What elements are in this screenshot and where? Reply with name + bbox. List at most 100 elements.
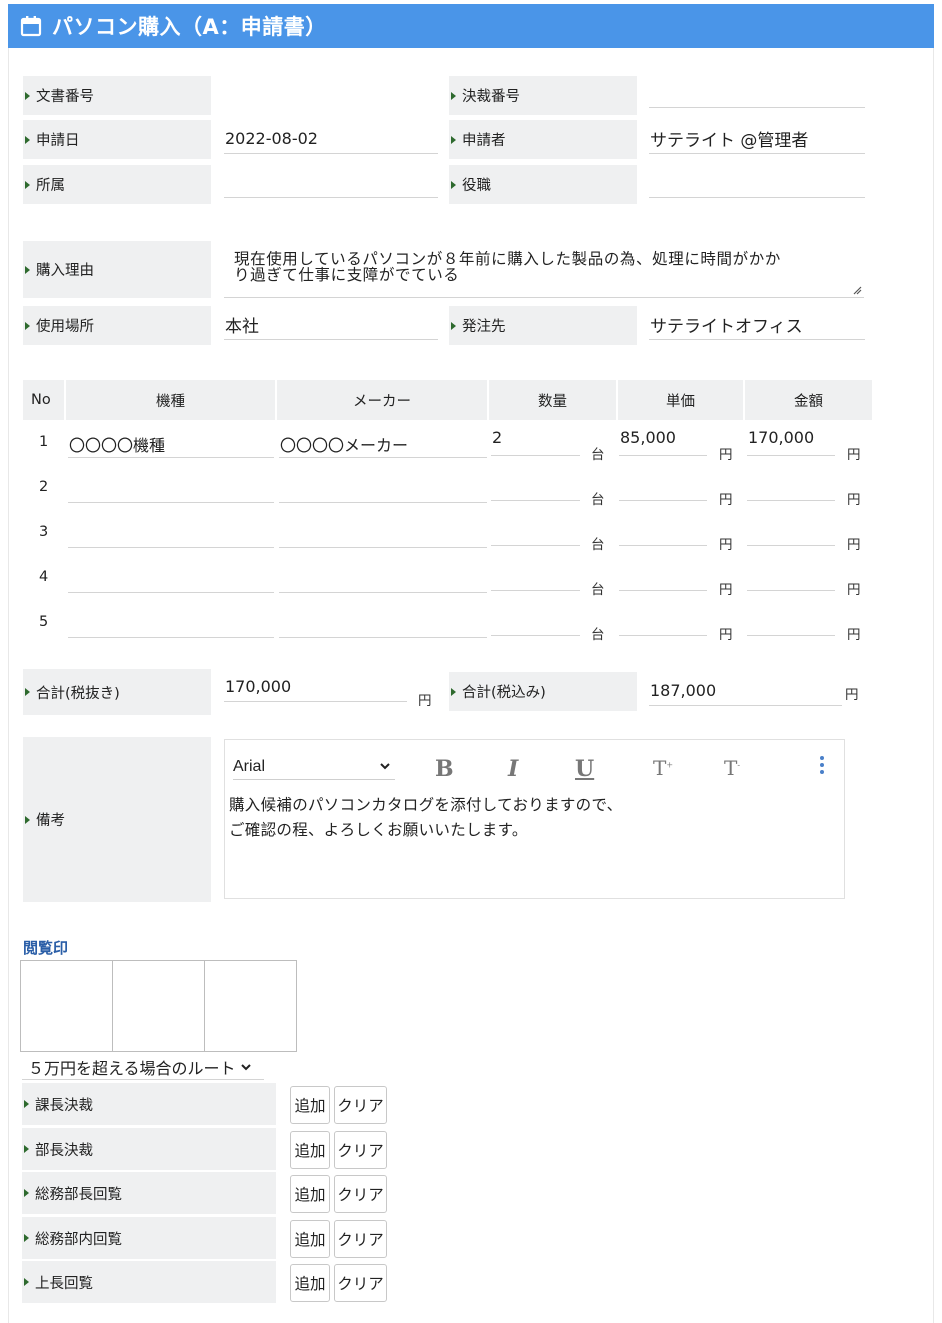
model-input[interactable] (68, 513, 274, 548)
unit-price-input[interactable] (619, 513, 707, 546)
vendor-label: 発注先 (449, 306, 637, 345)
total-incl-label-text: 合計(税込み) (462, 685, 546, 701)
yen-unit: 円 (719, 582, 733, 598)
maker-input[interactable] (279, 513, 487, 548)
place-label: 使用場所 (23, 306, 211, 345)
rich-text-editor[interactable]: Arial B I U T+ T- 購入候補のパソコンカタログを添付しております… (224, 739, 845, 899)
add-approver-button[interactable]: 追加 (290, 1175, 330, 1213)
clear-approver-button[interactable]: クリア (334, 1264, 387, 1302)
maker-input[interactable] (279, 603, 487, 638)
qty-input[interactable]: 2 (491, 423, 580, 456)
yen-unit: 円 (845, 687, 859, 703)
add-approver-button[interactable]: 追加 (290, 1220, 330, 1258)
total-incl-field[interactable]: 187,000 (649, 676, 842, 706)
total-excl-label: 合計(税抜き) (23, 669, 211, 715)
department-field[interactable] (224, 168, 438, 198)
apply-date-label: 申請日 (23, 120, 211, 159)
notes-line-2: ご確認の程、よろしくお願いいたします。 (229, 821, 528, 839)
row-number: 2 (39, 479, 49, 495)
qty-input[interactable] (491, 603, 580, 636)
seal-section-title: 閲覧印 (23, 939, 69, 957)
maker-input[interactable] (279, 558, 487, 593)
doc-number-label-text: 文書番号 (36, 89, 94, 105)
approval-step-label: 総務部長回覧 (22, 1172, 276, 1214)
bullet-triangle-icon (25, 688, 30, 696)
place-field[interactable]: 本社 (224, 310, 438, 340)
approval-step-label-text: 総務部長回覧 (35, 1186, 122, 1203)
row-number: 4 (39, 569, 49, 585)
subscript-glyph: T (724, 756, 738, 780)
clear-approver-button[interactable]: クリア (334, 1086, 387, 1124)
place-label-text: 使用場所 (36, 319, 94, 335)
superscript-button[interactable]: T+ (653, 756, 673, 780)
yen-unit: 円 (719, 492, 733, 508)
reason-label-text: 購入理由 (36, 263, 94, 279)
unit-price-input[interactable]: 85,000 (619, 423, 707, 456)
bold-button[interactable]: B (435, 756, 454, 782)
chevron-down-icon (380, 763, 390, 770)
yen-unit: 円 (847, 537, 861, 553)
approval-step-label-text: 部長決裁 (35, 1142, 93, 1159)
unit-price-input[interactable] (619, 603, 707, 636)
italic-button[interactable]: I (508, 756, 518, 782)
amount-input[interactable]: 170,000 (747, 423, 835, 456)
maker-input[interactable] (279, 468, 487, 503)
qty-input[interactable] (491, 558, 580, 591)
unit-price-input[interactable] (619, 558, 707, 591)
model-input[interactable] (68, 558, 274, 593)
clear-approver-button[interactable]: クリア (334, 1131, 387, 1169)
amount-input[interactable] (747, 468, 835, 501)
model-input[interactable]: 〇〇〇〇機種 (68, 423, 274, 458)
form-title: パソコン購入（A：申請書） (52, 15, 327, 39)
notes-line-1: 購入候補のパソコンカタログを添付しておりますので、 (229, 796, 623, 814)
editor-content[interactable]: 購入候補のパソコンカタログを添付しておりますので、 ご確認の程、よろしくお願いい… (229, 793, 622, 843)
applicant-label: 申請者 (449, 120, 637, 159)
model-input[interactable] (68, 603, 274, 638)
qty-input[interactable] (491, 468, 580, 501)
unit-price-input[interactable] (619, 468, 707, 501)
model-input[interactable] (68, 468, 274, 503)
position-field[interactable] (649, 168, 865, 198)
row-number: 5 (39, 614, 49, 630)
decision-number-field[interactable] (649, 80, 865, 108)
applicant-field[interactable]: サテライト @管理者 (649, 124, 865, 154)
qty-input[interactable] (491, 513, 580, 546)
amount-input[interactable] (747, 558, 835, 591)
department-label-text: 所属 (36, 178, 65, 194)
more-options-icon[interactable] (820, 756, 824, 777)
amount-input[interactable] (747, 603, 835, 636)
clear-approver-button[interactable]: クリア (334, 1220, 387, 1258)
decision-number-label-text: 決裁番号 (462, 89, 520, 105)
col-header-qty: 数量 (489, 380, 616, 420)
apply-date-field[interactable]: 2022-08-02 (224, 124, 438, 154)
reason-label: 購入理由 (23, 241, 211, 298)
bullet-triangle-icon (451, 135, 456, 144)
approval-step-label: 課長決裁 (22, 1083, 276, 1125)
maker-input[interactable]: 〇〇〇〇メーカー (279, 423, 487, 458)
clear-approver-button[interactable]: クリア (334, 1175, 387, 1213)
route-select-value: ５万円を超える場合のルート (28, 1058, 236, 1078)
approval-step-label: 部長決裁 (22, 1128, 276, 1170)
approval-step-label-text: 上長回覧 (35, 1275, 93, 1292)
total-excl-field[interactable]: 170,000 (224, 672, 407, 702)
subscript-button[interactable]: T- (724, 756, 740, 780)
font-select[interactable]: Arial (233, 754, 395, 780)
vendor-field[interactable]: サテライトオフィス (649, 310, 865, 340)
reason-textarea[interactable]: 現在使用しているパソコンが８年前に購入した製品の為、処理に時間がかか り過ぎて仕… (224, 242, 864, 298)
form-header: パソコン購入（A：申請書） (8, 4, 934, 48)
qty-unit: 台 (591, 582, 605, 598)
route-select[interactable]: ５万円を超える場合のルート (22, 1054, 264, 1080)
amount-input[interactable] (747, 513, 835, 546)
qty-unit: 台 (591, 447, 605, 463)
add-approver-button[interactable]: 追加 (290, 1131, 330, 1169)
calendar-icon (20, 16, 42, 37)
yen-unit: 円 (847, 492, 861, 508)
seal-box (20, 960, 113, 1052)
col-header-price: 単価 (618, 380, 743, 420)
add-approver-button[interactable]: 追加 (290, 1086, 330, 1124)
bullet-triangle-icon (24, 1145, 29, 1153)
resize-handle-icon[interactable] (853, 286, 862, 295)
underline-button[interactable]: U (575, 756, 594, 782)
add-approver-button[interactable]: 追加 (290, 1264, 330, 1302)
bullet-triangle-icon (25, 815, 30, 824)
